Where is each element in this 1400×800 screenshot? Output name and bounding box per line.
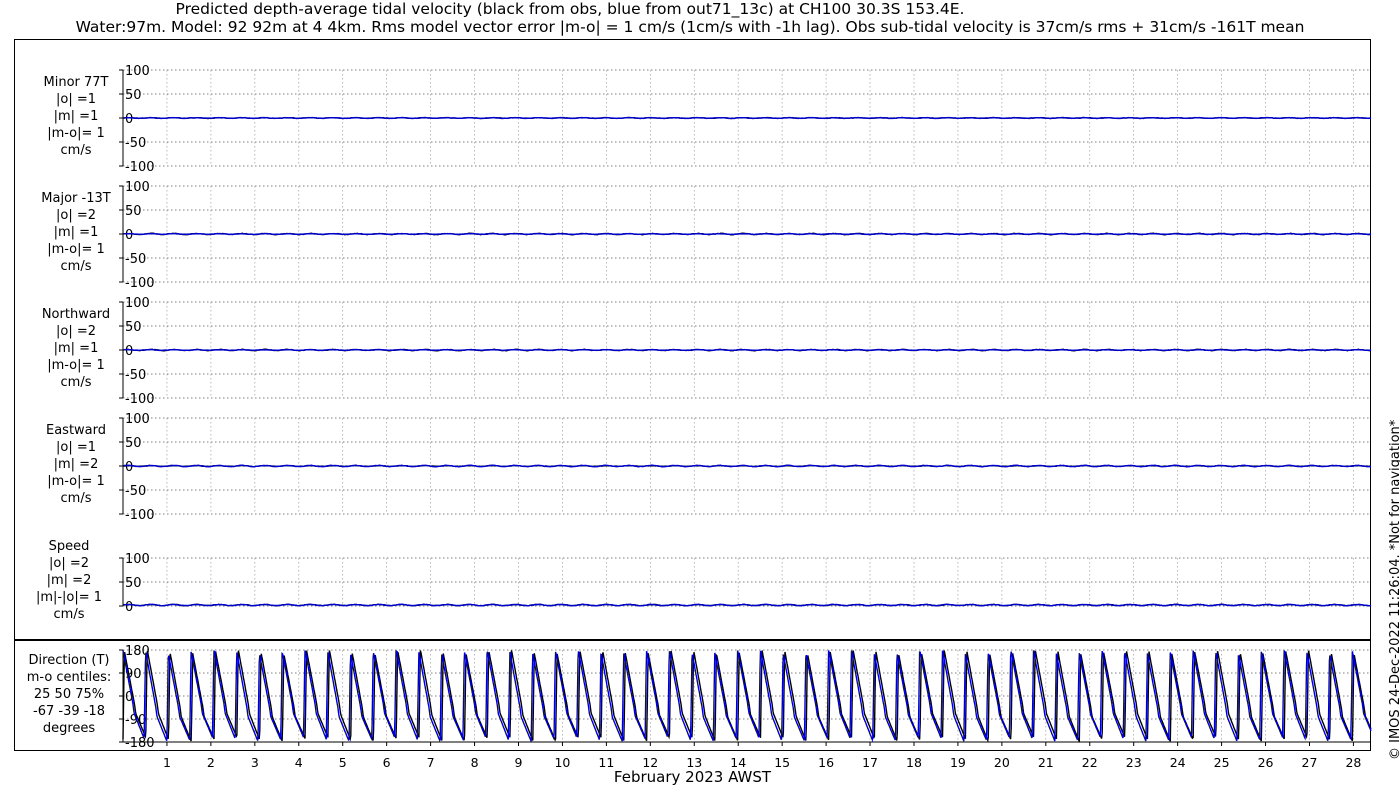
minor-ytick-label-1: 50 xyxy=(125,88,142,103)
speed-model-line xyxy=(122,603,1372,607)
x-tick-label-1: 1 xyxy=(163,755,171,770)
x-tick-label-24: 24 xyxy=(1170,755,1186,770)
x-tick-label-8: 8 xyxy=(471,755,479,770)
x-tick-label-2: 2 xyxy=(207,755,215,770)
major-ytick-label-4: -100 xyxy=(125,276,155,291)
x-tick-label-28: 28 xyxy=(1345,755,1361,770)
x-tick-label-3: 3 xyxy=(251,755,259,770)
x-tick-label-18: 18 xyxy=(906,755,922,770)
eastward-ytick-label-3: -50 xyxy=(125,484,146,499)
x-tick-label-26: 26 xyxy=(1258,755,1274,770)
speed-ytick-label-0: 100 xyxy=(125,552,150,567)
major-ytick-label-1: 50 xyxy=(125,204,142,219)
x-tick-label-20: 20 xyxy=(994,755,1010,770)
major-ytick-label-3: -50 xyxy=(125,252,146,267)
northward-ytick-label-1: 50 xyxy=(125,320,142,335)
minor-model-line xyxy=(122,116,1372,120)
minor-ytick-label-4: -100 xyxy=(125,160,155,175)
copyright-note: © IMOS 24-Dec-2022 11:26:04. *Not for na… xyxy=(1388,419,1400,760)
eastward-ytick-label-1: 50 xyxy=(125,436,142,451)
northward-model-line xyxy=(122,348,1371,352)
eastward-ytick-label-4: -100 xyxy=(125,508,155,523)
x-tick-label-4: 4 xyxy=(295,755,303,770)
x-tick-label-19: 19 xyxy=(950,755,966,770)
northward-ytick-label-0: 100 xyxy=(125,296,150,311)
major-model-line xyxy=(122,232,1372,236)
tidal-velocity-chart: 100500-50-100100500-50-100100500-50-1001… xyxy=(119,64,1372,770)
x-tick-label-6: 6 xyxy=(383,755,391,770)
northward-ytick-label-4: -100 xyxy=(125,392,155,407)
eastward-ytick-label-0: 100 xyxy=(125,412,150,427)
minor-ytick-label-0: 100 xyxy=(125,64,150,79)
speed-ytick-label-2: 0 xyxy=(125,600,133,615)
eastward-ytick-label-2: 0 xyxy=(125,460,133,475)
northward-ytick-label-3: -50 xyxy=(125,368,146,383)
x-tick-label-22: 22 xyxy=(1082,755,1098,770)
x-tick-label-23: 23 xyxy=(1126,755,1142,770)
major-ytick-label-2: 0 xyxy=(125,228,133,243)
minor-ytick-label-2: 0 xyxy=(125,112,133,127)
eastward-model-line xyxy=(122,464,1372,468)
x-tick-label-5: 5 xyxy=(339,755,347,770)
minor-ytick-label-3: -50 xyxy=(125,136,146,151)
x-tick-label-27: 27 xyxy=(1302,755,1318,770)
x-axis-title: February 2023 AWST xyxy=(613,768,772,786)
x-tick-label-7: 7 xyxy=(427,755,435,770)
x-tick-label-21: 21 xyxy=(1038,755,1054,770)
direction-ytick-label-4: -180 xyxy=(125,736,155,751)
major-ytick-label-0: 100 xyxy=(125,180,150,195)
northward-ytick-label-2: 0 xyxy=(125,344,133,359)
speed-ytick-label-1: 50 xyxy=(125,576,142,591)
x-tick-label-25: 25 xyxy=(1214,755,1230,770)
